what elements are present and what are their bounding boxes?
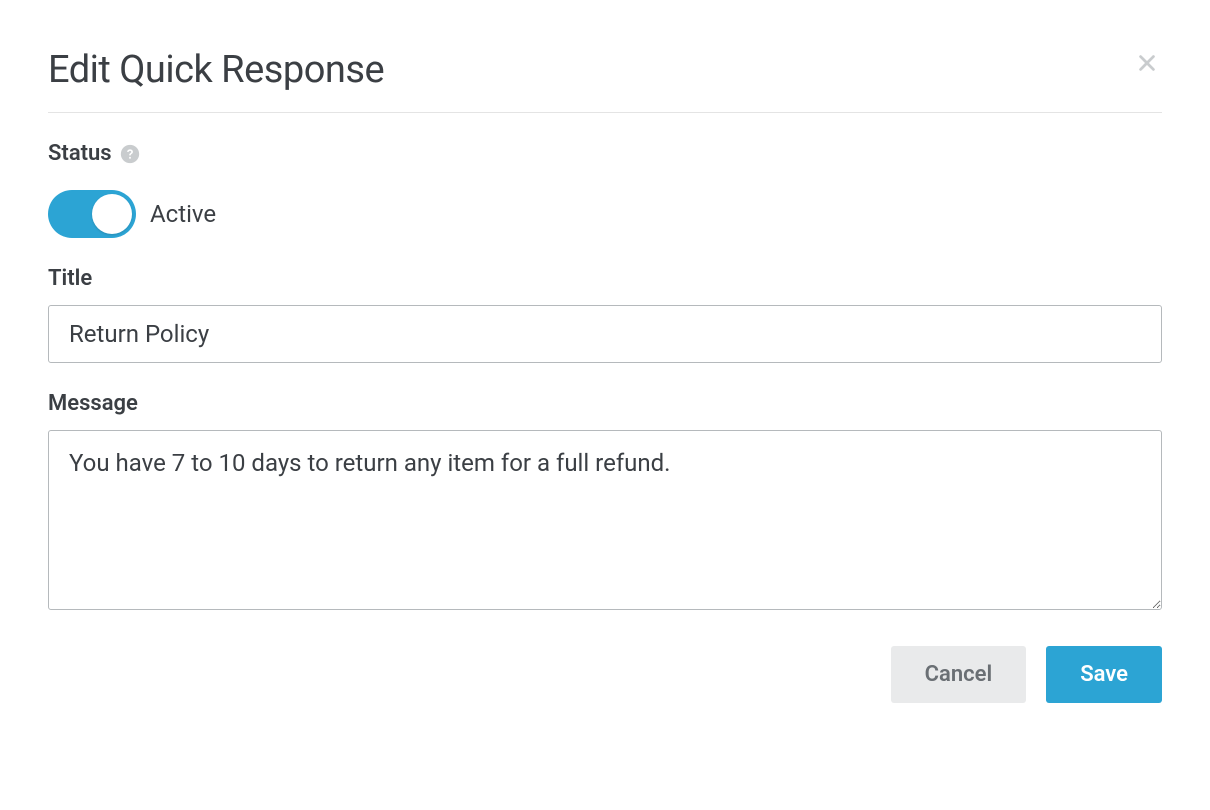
button-row: Cancel Save [48,646,1162,703]
help-icon[interactable] [120,144,140,164]
title-label: Title [48,266,92,291]
status-label-row: Status [48,141,1162,166]
cancel-button[interactable]: Cancel [891,646,1027,703]
status-toggle-row: Active [48,190,1162,238]
message-textarea[interactable] [48,430,1162,610]
status-label: Status [48,141,112,166]
close-icon [1136,52,1158,74]
message-section: Message [48,391,1162,614]
title-input[interactable] [48,305,1162,363]
toggle-knob [92,194,132,234]
message-label: Message [48,391,138,416]
status-toggle-label: Active [150,200,216,228]
edit-quick-response-modal: Edit Quick Response Status Active Title [48,48,1162,703]
status-toggle[interactable] [48,190,136,238]
message-label-row: Message [48,391,1162,416]
title-label-row: Title [48,266,1162,291]
save-button[interactable]: Save [1046,646,1162,703]
close-button[interactable] [1132,48,1162,78]
title-section: Title [48,266,1162,363]
modal-title: Edit Quick Response [48,48,384,92]
modal-header: Edit Quick Response [48,48,1162,113]
status-section: Status Active [48,141,1162,238]
